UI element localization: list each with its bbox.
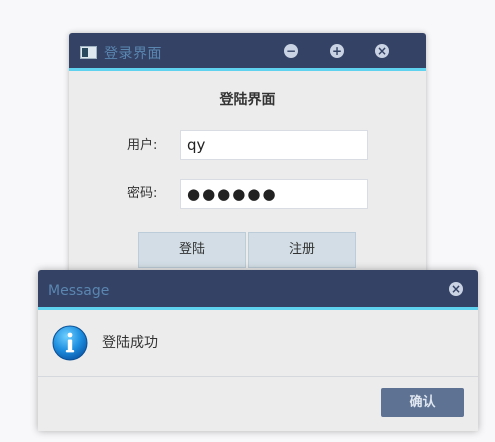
- close-icon[interactable]: ×: [375, 44, 389, 58]
- window-title: 登录界面: [104, 46, 162, 62]
- login-window: 登录界面 − + × 登陆界面 用户: 密码: 登陆 注册: [69, 33, 426, 283]
- form-heading: 登陆界面: [219, 92, 276, 108]
- dialog-title: Message: [48, 283, 110, 299]
- message-dialog: Message × 登陆成功 确认: [38, 270, 478, 431]
- password-input[interactable]: [180, 179, 368, 209]
- dialog-titlebar[interactable]: Message ×: [38, 270, 478, 310]
- message-text: 登陆成功: [102, 335, 158, 351]
- info-icon: [52, 325, 88, 361]
- app-icon: [80, 46, 97, 59]
- dialog-divider: [38, 376, 478, 377]
- confirm-button[interactable]: 确认: [381, 388, 464, 417]
- user-input[interactable]: [180, 130, 368, 160]
- signin-button[interactable]: 登陆: [138, 232, 246, 268]
- minimize-icon[interactable]: −: [284, 44, 298, 58]
- register-button[interactable]: 注册: [248, 232, 356, 268]
- password-label: 密码:: [127, 186, 158, 201]
- dialog-close-icon[interactable]: ×: [449, 282, 463, 296]
- user-label: 用户:: [127, 138, 158, 153]
- maximize-icon[interactable]: +: [330, 44, 344, 58]
- login-titlebar[interactable]: 登录界面 − + ×: [69, 33, 426, 71]
